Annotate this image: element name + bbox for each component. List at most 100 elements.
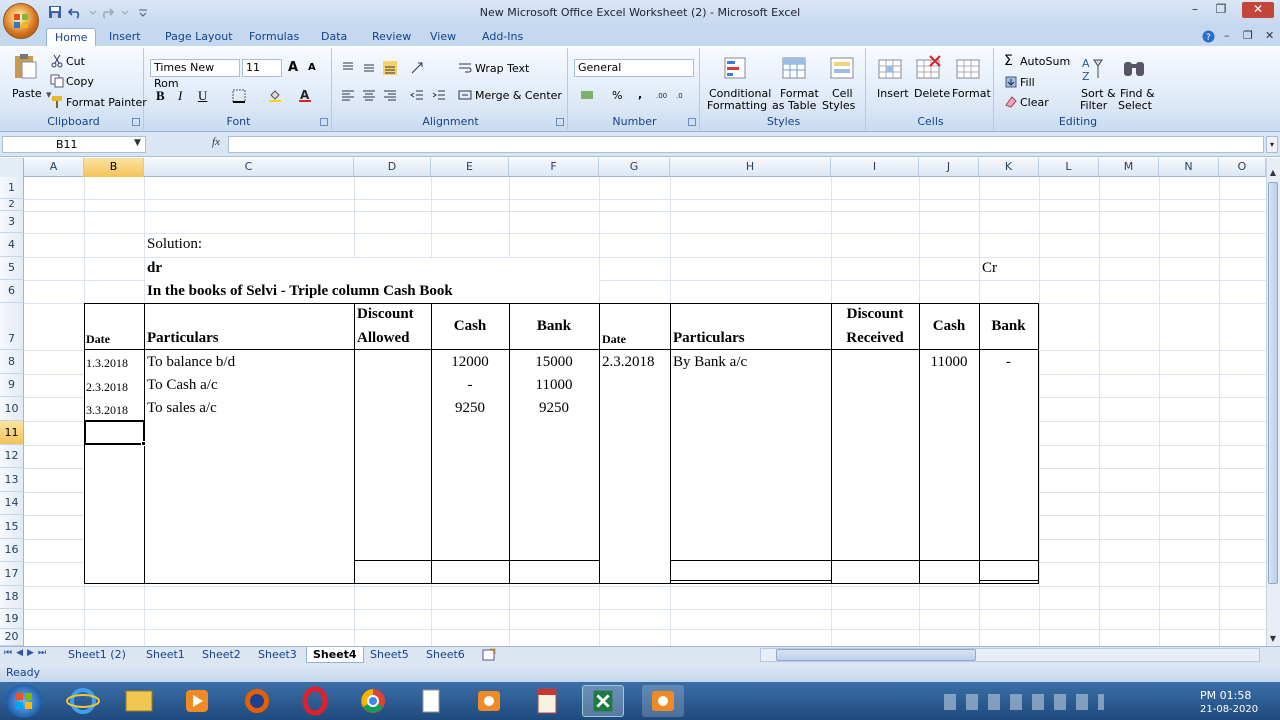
format-painter-icon[interactable] — [50, 95, 64, 109]
header-date-credit[interactable]: Date — [602, 332, 626, 347]
taskbar-time[interactable]: PM 01:58 — [1200, 689, 1251, 702]
column-header-k[interactable]: K — [979, 158, 1039, 177]
grow-font-button[interactable]: A — [288, 60, 298, 75]
number-format-combo[interactable]: General — [574, 59, 694, 77]
header-bank-credit[interactable]: Bank — [979, 318, 1038, 335]
close-button[interactable]: ✕ — [1242, 2, 1274, 18]
system-tray-icons[interactable] — [944, 694, 1104, 710]
scroll-up-icon[interactable]: ▲ — [1267, 166, 1279, 180]
fill-color-icon[interactable] — [268, 88, 282, 102]
insert-function-button[interactable]: fx — [212, 136, 220, 148]
debit-row-1-date[interactable]: 1.3.2018 — [86, 356, 128, 371]
row-header-13[interactable]: 13 — [0, 468, 24, 492]
row-header-17[interactable]: 17 — [0, 562, 24, 586]
sheet-tab-sheet2[interactable]: Sheet2 — [196, 647, 247, 663]
column-header-m[interactable]: M — [1099, 158, 1159, 177]
debit-row-2-particulars[interactable]: To Cash a/c — [147, 377, 218, 394]
borders-icon[interactable] — [232, 89, 246, 103]
opera-icon[interactable] — [294, 685, 336, 717]
delete-cells-button[interactable]: Delete — [914, 87, 950, 100]
tab-insert[interactable]: Insert — [101, 28, 149, 46]
insert-sheet-icon[interactable] — [482, 648, 496, 662]
media-player-icon[interactable] — [176, 685, 218, 717]
format-cells-icon[interactable] — [954, 54, 984, 84]
start-button[interactable] — [6, 684, 42, 718]
font-size-combo[interactable]: 11 — [242, 59, 282, 77]
align-bottom-icon[interactable] — [383, 61, 397, 75]
row-header-12[interactable]: 12 — [0, 445, 24, 468]
decrease-decimal-icon[interactable]: .0 — [676, 88, 690, 102]
header-particulars-credit[interactable]: Particulars — [673, 330, 745, 347]
debit-row-1-particulars[interactable]: To balance b/d — [147, 354, 235, 371]
conditional-formatting-icon[interactable] — [722, 54, 752, 84]
comma-button[interactable]: , — [638, 88, 642, 101]
row-header-20[interactable]: 20 — [0, 629, 24, 646]
underline-button[interactable]: U — [198, 88, 207, 104]
blank-document-icon[interactable] — [410, 685, 452, 717]
scroll-down-icon[interactable]: ▼ — [1267, 632, 1279, 646]
cell-styles-line2[interactable]: Styles — [822, 99, 855, 112]
help-icon[interactable]: ? — [1202, 30, 1215, 43]
debit-row-2-bank[interactable]: 11000 — [509, 377, 599, 394]
internet-explorer-icon[interactable] — [62, 685, 104, 717]
file-explorer-icon[interactable] — [118, 685, 160, 717]
sort-filter-icon[interactable]: AZ — [1080, 54, 1110, 84]
ribbon-close-button[interactable]: ✕ — [1265, 29, 1274, 42]
insert-cells-button[interactable]: Insert — [877, 87, 909, 100]
row-header-11[interactable]: 11 — [0, 421, 24, 445]
header-cash-credit[interactable]: Cash — [919, 318, 979, 335]
sheet-tab-sheet3[interactable]: Sheet3 — [252, 647, 303, 663]
copy-icon[interactable] — [50, 74, 64, 88]
cell-c5-dr[interactable]: dr — [147, 260, 162, 277]
row-header-3[interactable]: 3 — [0, 211, 24, 233]
row-header-9[interactable]: 9 — [0, 374, 24, 397]
column-header-b[interactable]: B — [84, 158, 144, 177]
ribbon-minimize-button[interactable]: – — [1224, 29, 1230, 42]
clear-button[interactable]: Clear — [1020, 96, 1049, 109]
sheet-tab-sheet4[interactable]: Sheet4 — [306, 647, 364, 663]
column-header-e[interactable]: E — [431, 158, 509, 177]
cell-c6-title[interactable]: In the books of Selvi - Triple column Ca… — [147, 283, 453, 300]
percent-button[interactable]: % — [612, 89, 622, 102]
row-header-16[interactable]: 16 — [0, 539, 24, 562]
paste-button[interactable]: Paste — [12, 87, 42, 100]
header-date-debit[interactable]: Date — [86, 332, 110, 347]
wrap-text-button[interactable]: Wrap Text — [475, 62, 529, 75]
screen-recorder-icon[interactable] — [468, 685, 510, 717]
select-all-button[interactable] — [0, 158, 24, 177]
row-header-6[interactable]: 6 — [0, 280, 24, 303]
row-header-14[interactable]: 14 — [0, 492, 24, 515]
cut-icon[interactable] — [50, 54, 64, 68]
clipboard-dialog-launcher[interactable] — [132, 118, 140, 126]
align-center-icon[interactable] — [362, 88, 376, 102]
align-right-icon[interactable] — [383, 88, 397, 102]
bold-button[interactable]: B — [156, 88, 165, 104]
header-cash-debit[interactable]: Cash — [431, 318, 509, 335]
insert-cells-icon[interactable] — [876, 54, 906, 84]
tab-formulas[interactable]: Formulas — [241, 28, 307, 46]
column-header-d[interactable]: D — [354, 158, 431, 177]
tab-view[interactable]: View — [422, 28, 464, 46]
credit-row-1-date[interactable]: 2.3.2018 — [602, 354, 655, 371]
column-header-c[interactable]: C — [144, 158, 354, 177]
row-header-19[interactable]: 19 — [0, 609, 24, 629]
find-select-icon[interactable] — [1120, 54, 1150, 84]
column-header-i[interactable]: I — [831, 158, 919, 177]
column-header-g[interactable]: G — [599, 158, 670, 177]
header-allowed[interactable]: Allowed — [357, 330, 410, 347]
font-color-icon[interactable]: A — [298, 88, 312, 102]
row-header-10[interactable]: 10 — [0, 397, 24, 421]
tally-erp-icon[interactable] — [526, 685, 568, 717]
header-bank-debit[interactable]: Bank — [509, 318, 599, 335]
name-box-dropdown-icon[interactable]: ▼ — [134, 138, 141, 148]
shrink-font-button[interactable]: A — [308, 62, 316, 73]
ribbon-restore-button[interactable]: ❐ — [1243, 29, 1253, 42]
tab-page-layout[interactable]: Page Layout — [157, 28, 241, 46]
header-discount-credit[interactable]: Discount — [831, 306, 919, 323]
format-cells-button[interactable]: Format — [952, 87, 991, 100]
autosum-button[interactable]: AutoSum — [1020, 55, 1070, 68]
recorder-active-icon[interactable] — [642, 685, 684, 717]
italic-button[interactable]: I — [178, 88, 182, 104]
minimize-button[interactable]: – — [1182, 2, 1208, 18]
merge-center-button[interactable]: Merge & Center — [475, 89, 562, 102]
